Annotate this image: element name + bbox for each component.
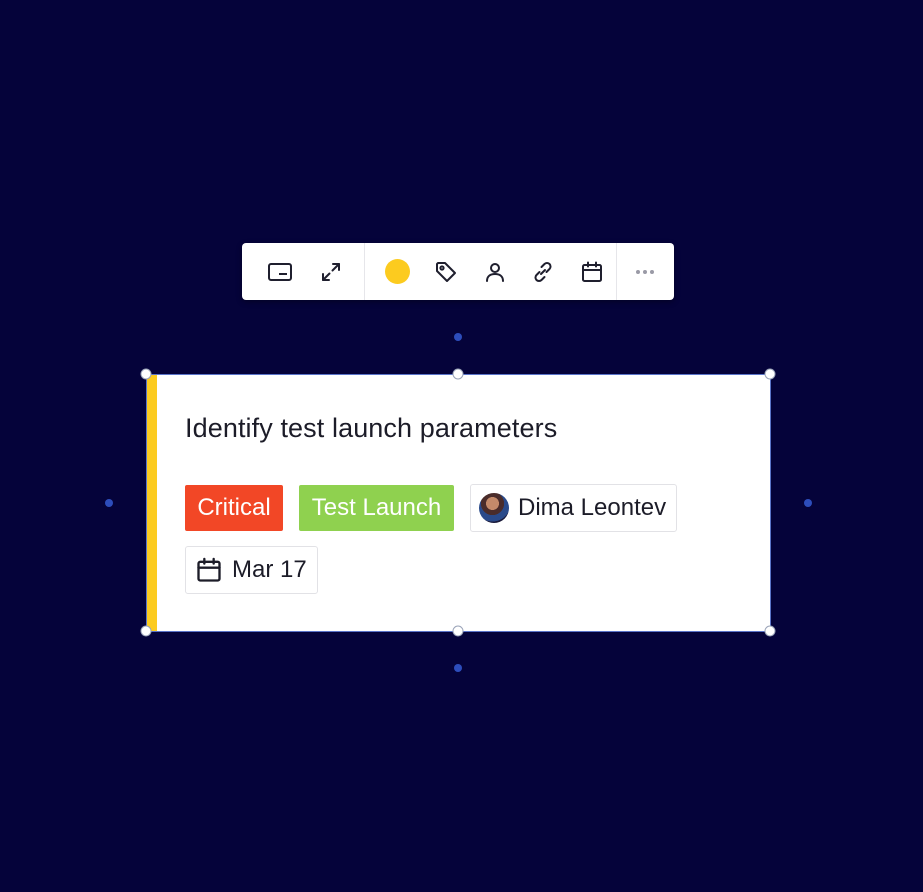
color-swatch bbox=[385, 259, 411, 284]
assignee-chip[interactable]: Dima Leontev bbox=[470, 484, 677, 532]
toolbar-view-group bbox=[242, 243, 364, 300]
connector-dot-right[interactable] bbox=[804, 499, 812, 507]
expand-icon[interactable] bbox=[314, 255, 348, 289]
toolbar-more-group bbox=[617, 243, 674, 300]
resize-handle-top[interactable] bbox=[452, 368, 464, 380]
resize-handle-bottom-right[interactable] bbox=[764, 625, 776, 637]
connector-dot-left[interactable] bbox=[105, 499, 113, 507]
card-tags-row: Critical Test Launch Dima Leontev bbox=[185, 484, 677, 532]
resize-handle-bottom[interactable] bbox=[452, 625, 464, 637]
tag-icon[interactable] bbox=[429, 255, 463, 289]
card-view-icon[interactable] bbox=[263, 255, 297, 289]
link-icon[interactable] bbox=[526, 255, 560, 289]
tag-critical[interactable]: Critical bbox=[185, 485, 283, 531]
card-title[interactable]: Identify test launch parameters bbox=[185, 413, 557, 444]
due-date-label: Mar 17 bbox=[232, 556, 307, 583]
connector-dot-bottom[interactable] bbox=[454, 664, 462, 672]
assignee-icon[interactable] bbox=[478, 255, 512, 289]
color-picker-button[interactable] bbox=[381, 255, 415, 289]
more-icon[interactable] bbox=[628, 255, 662, 289]
resize-handle-top-left[interactable] bbox=[140, 368, 152, 380]
avatar bbox=[479, 493, 509, 523]
card-date-row: Mar 17 bbox=[185, 546, 318, 594]
calendar-icon bbox=[197, 557, 221, 582]
calendar-icon[interactable] bbox=[575, 255, 609, 289]
toolbar-actions-group bbox=[365, 243, 616, 300]
resize-handle-bottom-left[interactable] bbox=[140, 625, 152, 637]
card-toolbar bbox=[242, 243, 674, 300]
resize-handle-top-right[interactable] bbox=[764, 368, 776, 380]
connector-dot-top[interactable] bbox=[454, 333, 462, 341]
assignee-name: Dima Leontev bbox=[518, 494, 667, 521]
card-color-stripe bbox=[147, 375, 157, 631]
tag-test-launch[interactable]: Test Launch bbox=[299, 485, 454, 531]
due-date-chip[interactable]: Mar 17 bbox=[185, 546, 318, 594]
task-card[interactable]: Identify test launch parameters Critical… bbox=[146, 374, 771, 632]
